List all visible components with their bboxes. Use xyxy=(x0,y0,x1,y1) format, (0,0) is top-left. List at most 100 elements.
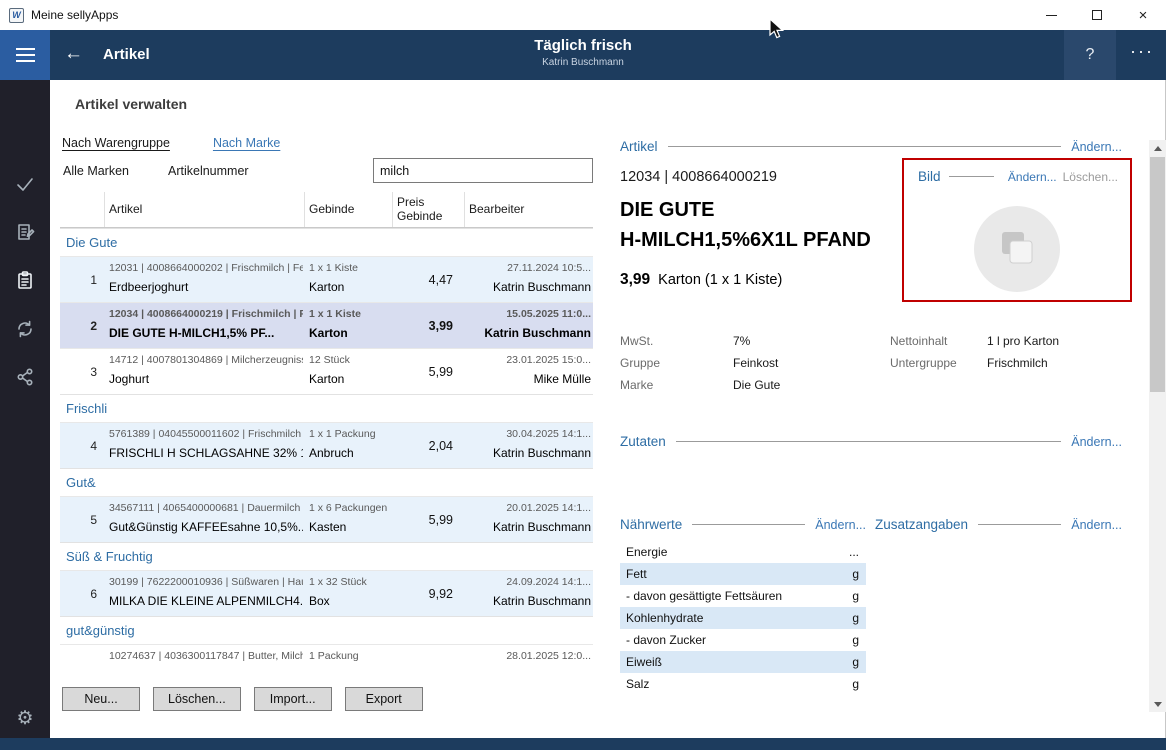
export-button[interactable]: Export xyxy=(345,687,423,711)
orders-document-icon[interactable] xyxy=(13,220,37,244)
article-meta: 12034 | 4008664000219 | Frischmilch | Fe… xyxy=(109,308,303,320)
more-button[interactable]: ··· xyxy=(1130,41,1154,62)
gruppe-value: Feinkost xyxy=(733,352,890,374)
article-name-line2: H-MILCH1,5%6X1L PFAND xyxy=(620,229,871,252)
user-name: Katrin Buschmann xyxy=(0,57,1166,68)
warengruppe-header[interactable]: Gut& xyxy=(60,468,593,496)
shop-name: Täglich frisch xyxy=(0,37,1166,54)
tasks-check-icon[interactable] xyxy=(13,172,37,196)
nutrition-name: - davon gesättigte Fettsäuren xyxy=(626,589,782,603)
field-empty xyxy=(890,374,987,396)
warengruppe-header[interactable]: Frischli xyxy=(60,394,593,422)
delete-button[interactable]: Löschen... xyxy=(153,687,241,711)
article-name: DIE GUTE H-MILCH1,5% PF... xyxy=(109,326,303,340)
warengruppe-header[interactable]: Die Gute xyxy=(60,228,593,256)
article-name: FRISCHLI H SCHLAGSAHNE 32% 1L xyxy=(109,446,303,460)
gebinde-top: 1 x 1 Packung xyxy=(309,428,391,440)
article-fields: MwSt. 7% Nettoinhalt 1 l pro Karton Grup… xyxy=(620,330,1122,396)
detail-scrollbar[interactable] xyxy=(1149,140,1166,712)
nutrition-unit: g xyxy=(852,567,859,581)
article-meta: 10274637 | 4036300117847 | Butter, Milch… xyxy=(109,650,303,662)
gebinde-top: 1 x 1 Kiste xyxy=(309,308,391,320)
search-input[interactable] xyxy=(373,158,593,183)
article-name: Joghurt xyxy=(109,372,303,386)
warengruppe-header[interactable]: Süß & Fruchtig xyxy=(60,542,593,570)
zusatzangaben-aendern-link[interactable]: Ändern... xyxy=(1071,518,1122,532)
nutrition-unit: g xyxy=(852,633,859,647)
article-name: MILKA DIE KLEINE ALPENMILCH4... xyxy=(109,594,303,608)
article-id: 12034 | 4008664000219 xyxy=(620,169,777,185)
maximize-icon xyxy=(1092,10,1102,20)
section-rule xyxy=(692,524,805,525)
edit-date: 15.05.2025 11:0... xyxy=(465,308,591,320)
menu-button[interactable] xyxy=(0,30,50,80)
articles-clipboard-icon[interactable] xyxy=(13,268,37,292)
zutaten-aendern-link[interactable]: Ändern... xyxy=(1071,435,1122,449)
scroll-down-button[interactable] xyxy=(1149,696,1166,712)
nutrition-row[interactable]: Kohlenhydrateg xyxy=(620,607,866,629)
article-meta: 5761389 | 04045500011602 | Frischmilch |… xyxy=(109,428,303,440)
sidebar: ⚙ xyxy=(0,80,50,738)
scroll-up-button[interactable] xyxy=(1149,140,1166,156)
mwst-value: 7% xyxy=(733,330,890,352)
tab-nach-warengruppe[interactable]: Nach Warengruppe xyxy=(62,136,170,150)
new-button[interactable]: Neu... xyxy=(62,687,140,711)
col-preis-gebinde[interactable]: Preis Gebinde xyxy=(393,192,465,227)
settings-gear-icon[interactable]: ⚙ xyxy=(0,707,50,730)
article-row[interactable]: 212034 | 4008664000219 | Frischmilch | F… xyxy=(60,302,593,348)
nutrition-row[interactable]: - davon gesättigte Fettsäuren g xyxy=(620,585,866,607)
warengruppe-header[interactable]: gut&günstig xyxy=(60,616,593,644)
minimize-button[interactable] xyxy=(1028,0,1074,30)
col-gebinde[interactable]: Gebinde xyxy=(305,192,393,227)
gebinde-cell: 1 x 1 PackungAnbruch xyxy=(305,423,393,468)
price-cell: 5,99 xyxy=(393,349,465,394)
nutrition-unit: g xyxy=(852,589,859,603)
gebinde-top: 1 x 32 Stück xyxy=(309,576,391,588)
section-artikel-label: Artikel xyxy=(620,139,658,154)
back-button[interactable]: ← xyxy=(64,43,83,65)
price-cell: 3,99 xyxy=(393,303,465,348)
app-logo-icon: W xyxy=(9,8,24,23)
article-row[interactable]: 45761389 | 04045500011602 | Frischmilch … xyxy=(60,422,593,468)
naehrwerte-aendern-link[interactable]: Ändern... xyxy=(815,518,866,532)
gebinde-top: 12 Stück xyxy=(309,354,391,366)
nutrition-unit: g xyxy=(852,677,859,691)
gruppe-label: Gruppe xyxy=(620,352,733,374)
price-cell: 4,47 xyxy=(393,257,465,302)
app-header: ← Artikel Täglich frisch Katrin Buschman… xyxy=(0,30,1166,80)
article-price-line: 3,99Karton (1 x 1 Kiste) xyxy=(620,271,782,289)
scrollbar-thumb[interactable] xyxy=(1150,157,1165,392)
close-button[interactable]: × xyxy=(1120,0,1166,30)
gebinde-cell: 1 Packung xyxy=(305,645,393,680)
article-row[interactable]: 534567111 | 4065400000681 | Dauermilch |… xyxy=(60,496,593,542)
bild-aendern-link[interactable]: Ändern... xyxy=(1008,170,1057,184)
col-bearbeiter[interactable]: Bearbeiter xyxy=(465,192,593,227)
untergruppe-value: Frischmilch xyxy=(987,352,1122,374)
app-logo-letter: W xyxy=(12,10,21,20)
brand-filter-dropdown[interactable]: Alle Marken xyxy=(63,164,129,178)
import-button[interactable]: Import... xyxy=(254,687,332,711)
nutrition-name: Fett xyxy=(626,567,647,581)
article-meta: 14712 | 4007801304869 | Milcherzeugnisse… xyxy=(109,354,303,366)
col-preis-line1: Preis xyxy=(397,196,464,210)
nutrition-row[interactable]: Eiweißg xyxy=(620,651,866,673)
maximize-button[interactable] xyxy=(1074,0,1120,30)
image-placeholder[interactable] xyxy=(974,206,1060,292)
share-network-icon[interactable] xyxy=(13,365,37,389)
nutrition-row[interactable]: Salzg xyxy=(620,673,866,695)
bearbeiter-cell: 20.01.2025 14:1...Katrin Buschmann xyxy=(465,497,593,542)
article-row[interactable]: 10274637 | 4036300117847 | Butter, Milch… xyxy=(60,644,593,680)
sync-icon[interactable] xyxy=(13,317,37,341)
col-preis-line2: Gebinde xyxy=(397,210,464,224)
tab-nach-marke[interactable]: Nach Marke xyxy=(213,136,280,150)
nutrition-row[interactable]: - davon Zuckerg xyxy=(620,629,866,651)
article-row[interactable]: 112031 | 4008664000202 | Frischmilch | F… xyxy=(60,256,593,302)
article-row[interactable]: 314712 | 4007801304869 | Milcherzeugniss… xyxy=(60,348,593,394)
bild-loeschen-link[interactable]: Löschen... xyxy=(1063,170,1118,184)
nutrition-row[interactable]: Energie... xyxy=(620,541,866,563)
help-button[interactable]: ? xyxy=(1064,30,1116,80)
col-artikel[interactable]: Artikel xyxy=(105,192,305,227)
nutrition-row[interactable]: Fett g xyxy=(620,563,866,585)
article-row[interactable]: 630199 | 7622200010936 | Süßwaren | Haup… xyxy=(60,570,593,616)
artikel-aendern-link[interactable]: Ändern... xyxy=(1071,140,1122,154)
